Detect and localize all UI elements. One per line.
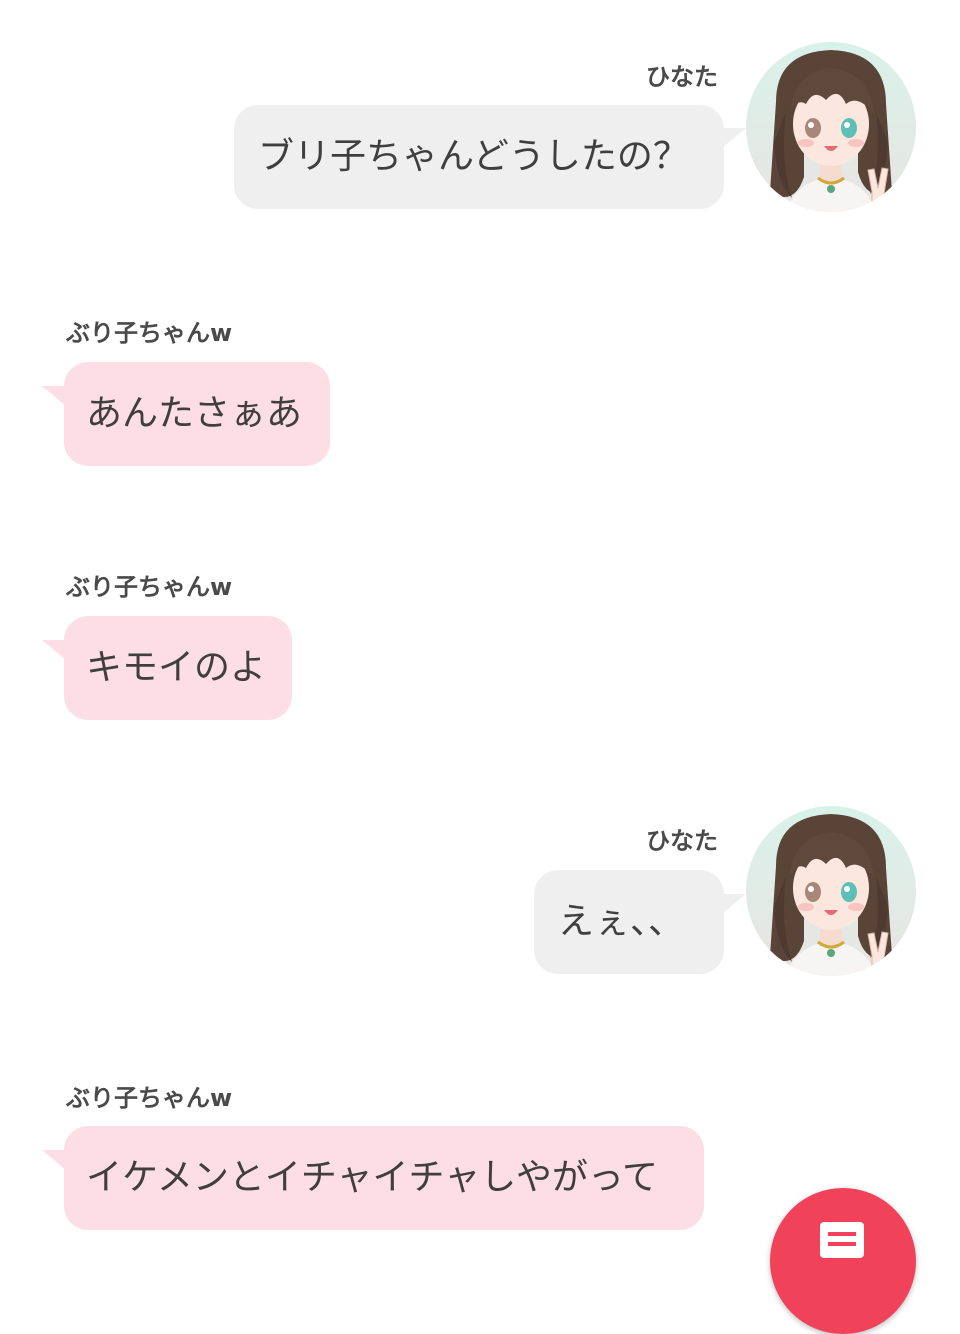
- sender-name: ぶり子ちゃんw: [66, 1084, 233, 1112]
- avatar[interactable]: [746, 42, 916, 212]
- message-bubble[interactable]: えぇ、、: [534, 870, 724, 974]
- bubble-tail: [42, 1150, 66, 1170]
- memo-icon: [820, 1222, 864, 1258]
- bubble-tail: [42, 386, 66, 406]
- sender-name: ぶり子ちゃんw: [66, 573, 233, 601]
- message-text: キモイのよ: [86, 647, 267, 688]
- bubble-tail: [722, 128, 746, 148]
- message-text: イケメンとイチャイチャしやがって: [86, 1157, 659, 1198]
- girl-avatar-icon: [746, 806, 916, 976]
- sender-name: ひなた: [646, 63, 718, 91]
- sender-name: ぶり子ちゃんw: [66, 319, 233, 347]
- girl-avatar-icon: [746, 42, 916, 212]
- bubble-tail: [722, 894, 746, 914]
- message-bubble[interactable]: イケメンとイチャイチャしやがって: [64, 1126, 704, 1230]
- avatar[interactable]: [746, 806, 916, 976]
- message-text: あんたさぁあ: [86, 393, 303, 434]
- bubble-tail: [42, 640, 66, 660]
- memo-fab-button[interactable]: [770, 1188, 916, 1334]
- message-text: えぇ、、: [558, 901, 685, 942]
- sender-name: ひなた: [646, 827, 718, 855]
- message-text: ブリ子ちゃんどうしたの？: [258, 136, 689, 177]
- message-bubble[interactable]: ブリ子ちゃんどうしたの？: [234, 105, 724, 209]
- message-bubble[interactable]: キモイのよ: [64, 616, 292, 720]
- message-bubble[interactable]: あんたさぁあ: [64, 362, 330, 466]
